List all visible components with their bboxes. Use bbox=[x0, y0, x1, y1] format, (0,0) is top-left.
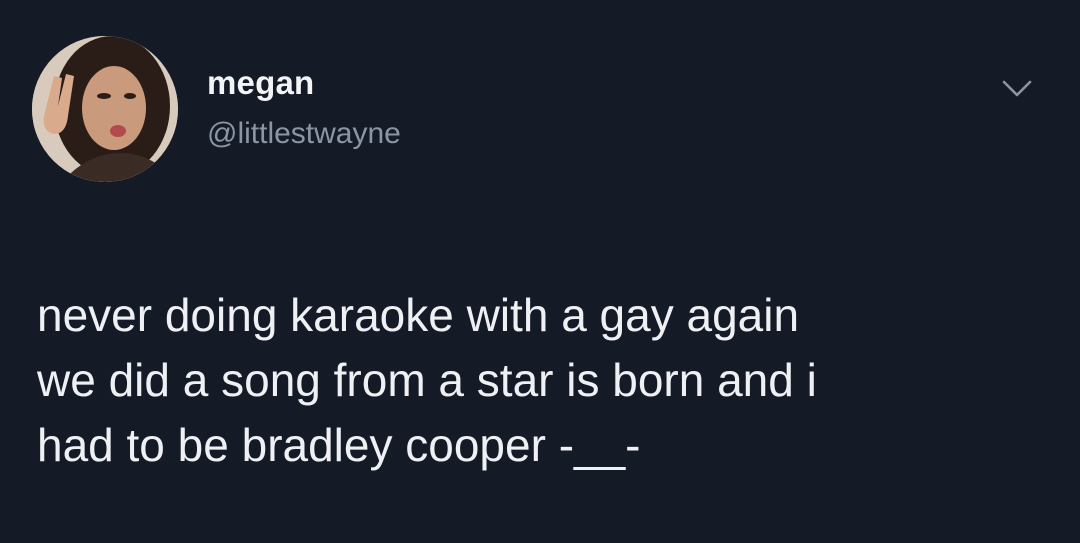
user-handle[interactable]: @littlestwayne bbox=[207, 119, 401, 149]
tweet-text-line: had to be bradley cooper -__- bbox=[37, 419, 641, 471]
chevron-down-icon bbox=[1002, 80, 1032, 97]
more-options-button[interactable] bbox=[1000, 77, 1034, 101]
tweet-card: megan @littlestwayne never doing karaoke… bbox=[0, 0, 1080, 543]
tweet-text: never doing karaoke with a gay again we … bbox=[37, 272, 1047, 488]
display-name[interactable]: megan bbox=[207, 66, 314, 99]
user-photo-icon bbox=[32, 36, 178, 182]
avatar[interactable] bbox=[32, 36, 178, 182]
